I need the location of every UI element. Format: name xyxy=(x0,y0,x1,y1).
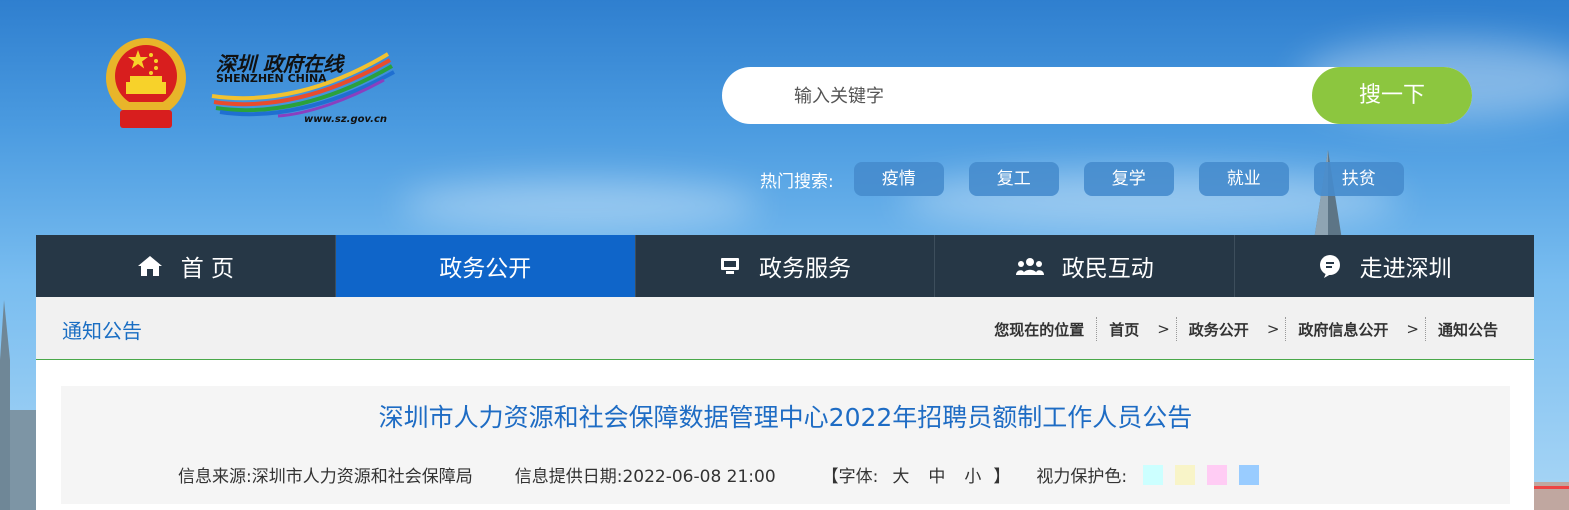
breadcrumb-arrow: > xyxy=(1406,320,1419,338)
hot-search-label: 热门搜索: xyxy=(760,171,834,192)
breadcrumb-divider xyxy=(1175,317,1177,341)
eye-color-cyan-swatch[interactable] xyxy=(1143,464,1164,485)
nav-label: 走进深圳 xyxy=(1359,256,1452,282)
hot-tag-resume-school[interactable]: 复学 xyxy=(1083,162,1174,196)
hot-tag-poverty[interactable]: 扶贫 xyxy=(1313,162,1404,196)
nav-label: 政务公开 xyxy=(439,256,532,282)
nav-item-discover-shenzhen[interactable]: 走进深圳 xyxy=(1235,235,1534,297)
location-label: 您现在的位置 xyxy=(994,320,1085,339)
eye-color-pink-swatch[interactable] xyxy=(1207,464,1228,485)
main-nav: 首 页 政务公开 政务服务 政民互动 走进深圳 xyxy=(36,235,1534,297)
font-size-open: 【字体: xyxy=(821,467,879,487)
nav-label: 首 页 xyxy=(180,256,235,282)
building-right-image xyxy=(1534,482,1569,510)
eye-color-beige-swatch[interactable] xyxy=(1175,464,1196,485)
nav-item-home[interactable]: 首 页 xyxy=(36,235,336,297)
content-panel: 通知公告 您现在的位置 首页 > 政务公开 > 政府信息公开 > 通知公告 深圳… xyxy=(36,297,1534,510)
hot-tag-resume-work[interactable]: 复工 xyxy=(968,162,1059,196)
rainbow-logo-icon xyxy=(211,52,395,118)
font-size-medium-button[interactable]: 中 xyxy=(928,462,945,487)
article-header: 深圳市人力资源和社会保障数据管理中心2022年招聘员额制工作人员公告 信息来源:… xyxy=(61,386,1510,504)
site-logo[interactable]: 深圳 政府在线 SHENZHEN CHINA www.sz.gov.cn xyxy=(208,46,398,132)
font-size-small-button[interactable]: 小 xyxy=(964,462,981,487)
chat-icon xyxy=(1318,254,1342,278)
breadcrumb: 通知公告 您现在的位置 首页 > 政务公开 > 政府信息公开 > 通知公告 xyxy=(36,297,1534,360)
breadcrumb-trail: 您现在的位置 首页 > 政务公开 > 政府信息公开 > 通知公告 xyxy=(994,317,1498,341)
logo-url-text: www.sz.gov.cn xyxy=(304,114,388,125)
nav-item-government-affairs-open[interactable]: 政务公开 xyxy=(335,235,636,297)
hot-tag-epidemic[interactable]: 疫情 xyxy=(853,162,944,196)
background-cloud xyxy=(400,180,760,230)
search-bar: 搜一下 xyxy=(722,67,1472,124)
font-size-large-button[interactable]: 大 xyxy=(892,462,909,487)
breadcrumb-arrow: > xyxy=(1157,320,1170,338)
article-meta: 信息来源:深圳市人力资源和社会保障局 信息提供日期:2022-06-08 21:… xyxy=(178,462,1260,487)
home-icon xyxy=(137,255,163,277)
section-title: 通知公告 xyxy=(62,319,142,343)
article-title: 深圳市人力资源和社会保障数据管理中心2022年招聘员额制工作人员公告 xyxy=(378,403,1193,432)
breadcrumb-arrow: > xyxy=(1266,320,1280,338)
hot-search-bar: 热门搜索: 疫情 复工 复学 就业 扶贫 xyxy=(760,162,1429,196)
info-date: 信息提供日期:2022-06-08 21:00 xyxy=(514,467,776,487)
breadcrumb-divider xyxy=(1424,317,1426,341)
breadcrumb-item-notices[interactable]: 通知公告 xyxy=(1438,319,1498,340)
breadcrumb-divider xyxy=(1096,317,1098,341)
hot-tag-employment[interactable]: 就业 xyxy=(1198,162,1289,196)
eye-protection-label: 视力保护色: xyxy=(1036,467,1128,487)
national-emblem-image xyxy=(106,38,186,128)
nav-item-public-interaction[interactable]: 政民互动 xyxy=(935,235,1236,297)
breadcrumb-divider xyxy=(1285,317,1287,341)
search-input[interactable] xyxy=(792,81,1296,111)
skyscraper-left-image xyxy=(0,300,36,510)
search-button[interactable]: 搜一下 xyxy=(1312,67,1472,124)
breadcrumb-item-gov-info-open[interactable]: 政府信息公开 xyxy=(1298,319,1388,340)
nav-label: 政务服务 xyxy=(758,256,851,282)
breadcrumb-item-home[interactable]: 首页 xyxy=(1109,319,1139,340)
nav-label: 政民互动 xyxy=(1061,256,1154,282)
info-source: 信息来源:深圳市人力资源和社会保障局 xyxy=(178,467,473,487)
breadcrumb-item-government-affairs-open[interactable]: 政务公开 xyxy=(1189,319,1249,340)
eye-color-blue-swatch[interactable] xyxy=(1239,464,1260,485)
monitor-icon xyxy=(719,256,741,276)
users-icon xyxy=(1015,256,1044,276)
nav-item-government-services[interactable]: 政务服务 xyxy=(636,235,936,297)
font-size-close: 】 xyxy=(993,467,1011,487)
